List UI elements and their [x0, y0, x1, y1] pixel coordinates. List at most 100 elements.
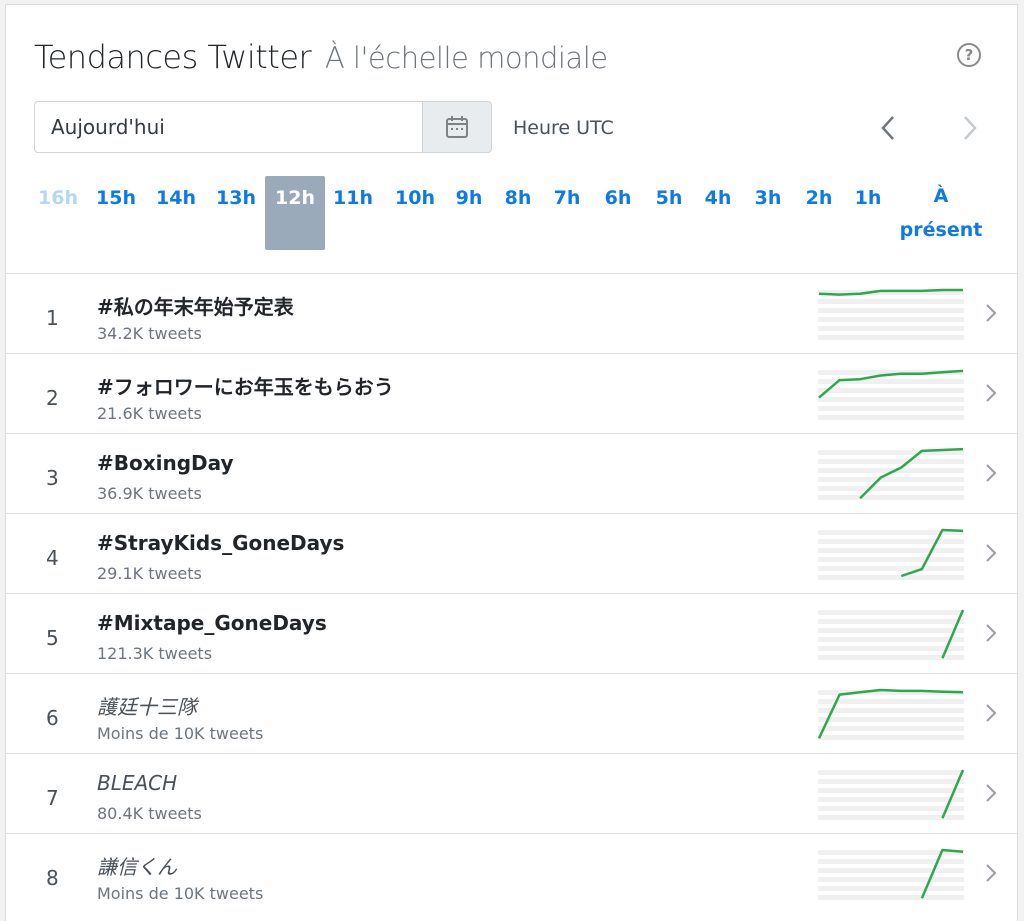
tweet-count: 121.3K tweets — [97, 644, 213, 663]
sparkline-band — [818, 610, 964, 615]
trend-name[interactable]: #私の年末年始予定表 — [97, 291, 294, 320]
hour-tab[interactable]: 5h — [649, 176, 689, 250]
trend-rank: 7 — [46, 786, 59, 810]
sparkline-band — [818, 486, 964, 491]
trend-rank: 1 — [46, 306, 59, 330]
trend-sparkline — [818, 688, 964, 740]
sparkline-band — [818, 317, 964, 322]
chevron-right-icon[interactable] — [984, 382, 998, 404]
trend-rank: 4 — [46, 546, 59, 570]
chevron-right-icon[interactable] — [984, 782, 998, 804]
trend-rank: 2 — [46, 386, 59, 410]
chevron-right-icon[interactable] — [984, 302, 998, 324]
trend-row[interactable]: 3 #BoxingDay 36.9K tweets — [6, 433, 1017, 513]
sparkline-band — [818, 326, 964, 331]
timezone-label: Heure UTC — [513, 117, 614, 139]
trend-name[interactable]: #フォロワーにお年玉をもらおう — [97, 371, 394, 400]
chevron-right-icon[interactable] — [984, 862, 998, 884]
hour-tab[interactable]: 2h — [799, 176, 839, 250]
hour-tab[interactable]: 8h — [498, 176, 538, 250]
sparkline-band — [818, 459, 964, 464]
chevron-right-icon[interactable] — [984, 542, 998, 564]
date-input[interactable] — [34, 101, 422, 153]
trend-row[interactable]: 8 謙信くん Moins de 10K tweets — [6, 833, 1017, 913]
sparkline-band — [818, 646, 964, 651]
trend-name[interactable]: #StrayKids_GoneDays — [97, 531, 344, 555]
hour-tab[interactable]: 15h — [89, 176, 143, 250]
trend-row[interactable]: 5 #Mixtape_GoneDays 121.3K tweets — [6, 593, 1017, 673]
title-text: Tendances Twitter — [34, 38, 312, 76]
tweet-count: 80.4K tweets — [97, 804, 202, 823]
trend-sparkline — [818, 848, 964, 900]
trend-row[interactable]: 2 #フォロワーにお年玉をもらおう 21.6K tweets — [6, 353, 1017, 433]
sparkline-band — [818, 477, 964, 482]
tweet-count: 36.9K tweets — [97, 484, 202, 503]
trend-name[interactable]: 謙信くん — [97, 851, 177, 880]
trend-name[interactable]: BLEACH — [97, 771, 177, 795]
sparkline-band — [818, 406, 964, 411]
sparkline-band — [818, 539, 964, 544]
trend-row[interactable]: 6 護廷十三隊 Moins de 10K tweets — [6, 673, 1017, 753]
hour-tab-word: présent — [899, 219, 983, 241]
hour-tab[interactable]: 1h — [850, 176, 886, 250]
trend-rank: 5 — [46, 626, 59, 650]
sparkline-band — [818, 895, 964, 900]
chevron-right-icon[interactable] — [984, 622, 998, 644]
hour-tab[interactable]: 9h — [449, 176, 489, 250]
hour-tab[interactable]: 10h — [388, 176, 442, 250]
sparkline-band — [818, 708, 964, 713]
trend-name[interactable]: 護廷十三隊 — [97, 691, 197, 720]
trend-list: 1 #私の年末年始予定表 34.2K tweets 2 #フォロワーにお年玉をもらおう 2… — [6, 273, 1017, 913]
sparkline-band — [818, 299, 964, 304]
trend-rank: 6 — [46, 706, 59, 730]
sparkline-band — [818, 788, 964, 793]
trend-row[interactable]: 7 BLEACH 80.4K tweets — [6, 753, 1017, 833]
trend-sparkline — [818, 288, 964, 340]
chevron-right-icon[interactable] — [984, 462, 998, 484]
trend-name[interactable]: #Mixtape_GoneDays — [97, 611, 327, 635]
sparkline-band — [818, 868, 964, 873]
sparkline-band — [818, 548, 964, 553]
sparkline-band — [818, 859, 964, 864]
sparkline-band — [818, 388, 964, 393]
sparkline-series — [941, 769, 964, 819]
hour-tab[interactable]: 16h — [33, 176, 83, 250]
sparkline-series — [920, 848, 964, 899]
hour-tab[interactable]: 4h — [698, 176, 738, 250]
sparkline-band — [818, 717, 964, 722]
sparkline-band — [818, 557, 964, 562]
hour-tab[interactable]: 11h — [328, 176, 378, 250]
trend-row[interactable]: 4 #StrayKids_GoneDays 29.1K tweets — [6, 513, 1017, 593]
next-arrow-icon[interactable] — [955, 113, 985, 143]
help-icon[interactable]: ? — [957, 43, 981, 67]
hour-tab[interactable]: 13h — [209, 176, 263, 250]
sparkline-band — [818, 886, 964, 891]
hour-tab[interactable]: 3h — [748, 176, 788, 250]
sparkline-band — [818, 575, 964, 580]
trend-row[interactable]: 1 #私の年末年始予定表 34.2K tweets — [6, 273, 1017, 353]
hour-tab[interactable]: 12h — [265, 176, 325, 250]
trend-sparkline — [818, 528, 964, 580]
sparkline-band — [818, 566, 964, 571]
sparkline-band — [818, 397, 964, 402]
hour-tab[interactable]: 7h — [547, 176, 587, 250]
sparkline-band — [818, 797, 964, 802]
region-scope[interactable]: À l'échelle mondiale — [325, 41, 608, 75]
trend-sparkline — [818, 609, 964, 660]
previous-arrow-icon[interactable] — [873, 113, 903, 143]
trend-sparkline — [818, 769, 964, 820]
hour-tab[interactable]: Àprésent — [899, 179, 983, 253]
trend-rank: 3 — [46, 466, 59, 490]
page-title: Tendances Twitter À l'échelle mondiale — [34, 38, 608, 76]
hour-tab[interactable]: 14h — [149, 176, 203, 250]
tweet-count: Moins de 10K tweets — [97, 884, 264, 903]
chevron-right-icon[interactable] — [984, 702, 998, 724]
sparkline-series — [818, 688, 964, 739]
trend-name[interactable]: #BoxingDay — [97, 451, 234, 475]
calendar-icon — [446, 116, 468, 138]
trend-sparkline — [818, 447, 964, 500]
sparkline-band — [818, 699, 964, 704]
calendar-button[interactable] — [422, 101, 492, 153]
sparkline-band — [818, 726, 964, 731]
hour-tab[interactable]: 6h — [598, 176, 638, 250]
